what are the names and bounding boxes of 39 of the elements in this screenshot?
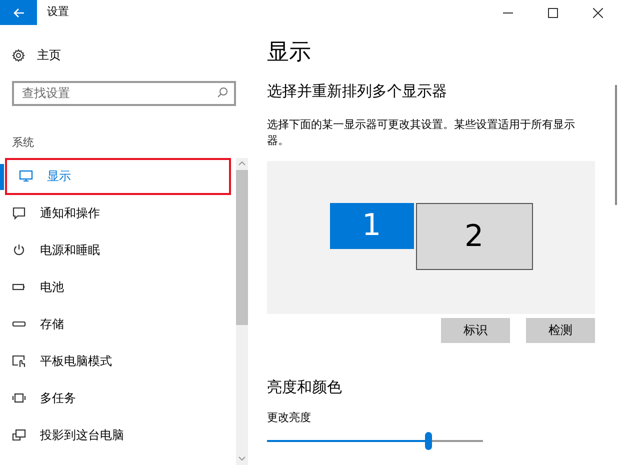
sidebar-item[interactable]: 存储: [0, 306, 231, 342]
window-title: 设置: [47, 4, 69, 20]
section-heading: 亮度和颜色: [267, 376, 343, 398]
power-icon: [12, 243, 26, 257]
sidebar-item[interactable]: 平板电脑模式: [0, 342, 231, 380]
back-arrow-icon: [12, 8, 24, 18]
close-icon: [592, 8, 602, 18]
projector-icon: [12, 428, 26, 442]
minimize-icon: [502, 12, 512, 14]
sidebar-item[interactable]: 电源和睡眠: [0, 232, 231, 268]
selection-indicator: [0, 164, 4, 190]
description-text: 选择下面的某一显示器可更改其设置。某些设置适用于所有显示器。: [267, 116, 576, 148]
action-button[interactable]: 标识: [441, 318, 510, 342]
brightness-slider[interactable]: [267, 430, 483, 450]
section-heading: 选择并重新排列多个显示器: [267, 81, 448, 102]
slider-thumb[interactable]: [424, 432, 432, 450]
action-button[interactable]: 检测: [526, 318, 595, 342]
monitor-tile[interactable]: 2: [416, 202, 532, 270]
monitor-tile[interactable]: 1: [330, 202, 414, 248]
search-icon: [217, 87, 228, 98]
sidebar-item[interactable]: 电池: [0, 268, 231, 306]
home-link[interactable]: 主页: [37, 46, 61, 64]
back-button[interactable]: [0, 0, 37, 25]
maximize-icon: [548, 8, 558, 18]
sidebar-item[interactable]: 多任务: [0, 380, 231, 416]
sidebar-item[interactable]: 通知和操作: [0, 194, 231, 232]
multitask-icon: [12, 391, 26, 405]
sidebar-scrollbar[interactable]: [236, 158, 248, 465]
sidebar-item[interactable]: 投影到这台电脑: [0, 416, 231, 454]
monitor-icon: [19, 169, 33, 183]
page-title: 显示: [267, 39, 312, 67]
tablet-icon: [12, 354, 26, 368]
settings-icon: [12, 48, 25, 62]
section-label: 系统: [12, 135, 35, 151]
message-icon: [12, 206, 26, 220]
main-scrollbar[interactable]: [615, 85, 617, 205]
slider-label: 更改亮度: [267, 410, 312, 426]
scrollbar-thumb[interactable]: [236, 170, 248, 324]
search-field[interactable]: 查找设置: [12, 80, 236, 106]
